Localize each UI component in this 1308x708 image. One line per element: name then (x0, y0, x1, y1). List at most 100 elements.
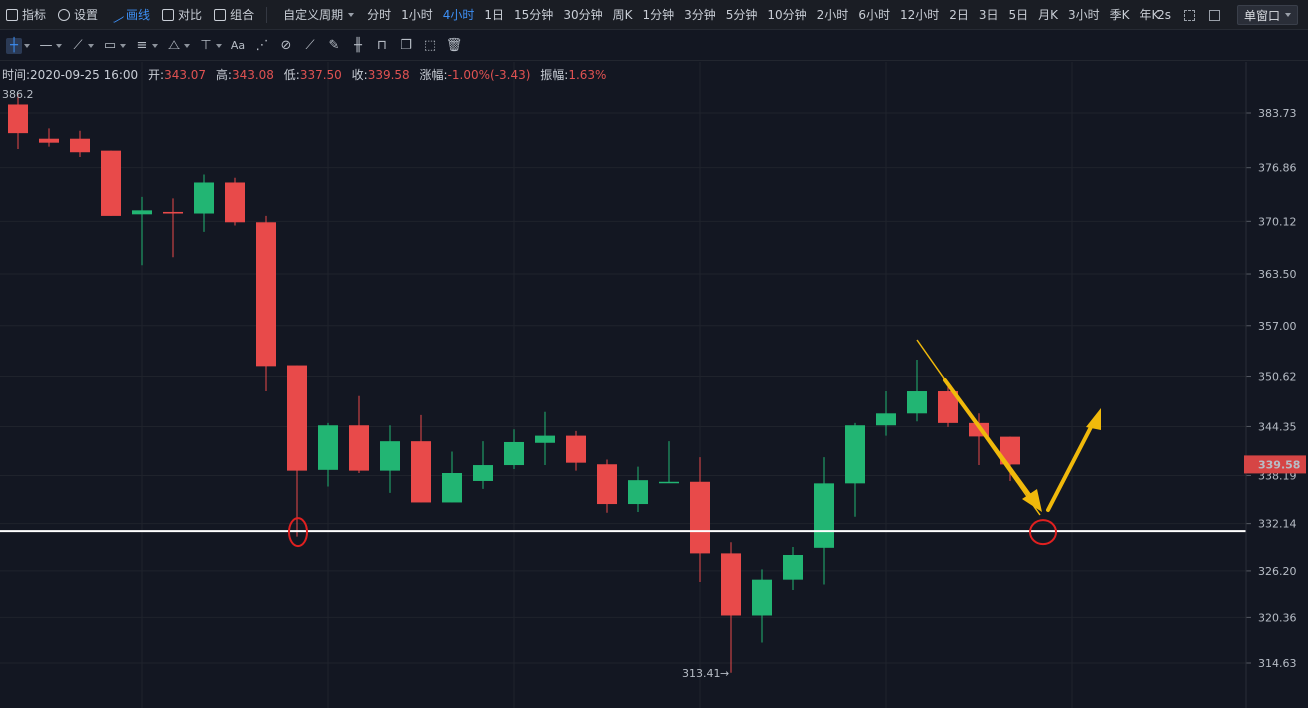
candle-body[interactable] (318, 425, 338, 470)
delete-tool[interactable]: 🗑 (446, 34, 463, 58)
refresh-interval[interactable]: 2s (1151, 8, 1177, 22)
y-tick-label: 357.00 (1258, 320, 1297, 333)
period-tab[interactable]: 分时 (362, 0, 396, 30)
candle-body[interactable] (349, 425, 369, 471)
candle-body[interactable] (473, 465, 493, 481)
close-value: 339.58 (367, 68, 410, 82)
candle-body[interactable] (597, 464, 617, 505)
candle-body[interactable] (535, 435, 555, 443)
candle-body[interactable] (256, 222, 276, 367)
fullscreen-icon[interactable] (1183, 9, 1195, 21)
period-tab[interactable]: 3小时 (1063, 0, 1105, 30)
period-tab[interactable]: 5分钟 (721, 0, 763, 30)
period-tab[interactable]: 2小时 (812, 0, 854, 30)
rectangle-tool[interactable]: ▭ (102, 34, 126, 58)
candle-body[interactable] (442, 473, 462, 503)
copy-tool[interactable]: ❐ (398, 34, 414, 58)
period-tab[interactable]: 6小时 (853, 0, 895, 30)
candle-body[interactable] (411, 441, 431, 503)
y-tick-label: 376.86 (1258, 162, 1297, 175)
indicator-button[interactable]: 指标 (0, 0, 52, 30)
candle-body[interactable] (132, 210, 152, 215)
candle-body[interactable] (628, 480, 648, 505)
y-tick-label: 383.73 (1258, 107, 1297, 120)
pattern-tool[interactable]: ⧍ (166, 34, 190, 58)
candle-body[interactable] (845, 425, 865, 484)
period-tab[interactable]: 1分钟 (637, 0, 679, 30)
popout-icon[interactable] (1208, 9, 1220, 21)
candle-body[interactable] (814, 483, 834, 548)
chevron-down-icon (348, 12, 355, 17)
lock-icon: ⊓ (376, 38, 388, 53)
candle-body[interactable] (39, 138, 59, 143)
candle-body[interactable] (752, 579, 772, 616)
chevron-down-icon (152, 43, 158, 48)
brush-tool[interactable]: ✎ (326, 34, 342, 58)
candle-body[interactable] (690, 481, 710, 554)
candle-body[interactable] (566, 435, 586, 463)
window-mode-dropdown[interactable]: 单窗口 (1236, 5, 1298, 25)
candle-body[interactable] (225, 182, 245, 223)
screenshot-tool[interactable]: ⬚ (422, 34, 438, 58)
chevron-down-icon (120, 43, 126, 48)
measure-tool[interactable]: ⊤ (198, 34, 222, 58)
high-label: 高: (215, 68, 232, 82)
ruler-tool[interactable]: ⟋ (302, 34, 318, 58)
horizontal-line-tool[interactable]: — (38, 34, 62, 58)
candle-body[interactable] (504, 441, 524, 466)
period-tab[interactable]: 1小时 (396, 0, 438, 30)
indicator-label: 指标 (22, 8, 47, 22)
compare-button[interactable]: 对比 (156, 0, 208, 30)
candle-body[interactable] (876, 413, 896, 426)
candlestick-chart[interactable]: 386.2 313.41 → 383.73 376.86 370.12 363.50 357… (0, 62, 1308, 708)
candle-body[interactable] (380, 441, 400, 471)
settings-button[interactable]: 设置 (52, 0, 104, 30)
period-tab[interactable]: 12小时 (895, 0, 944, 30)
pattern-icon: ⧍ (167, 38, 181, 53)
candle-body[interactable] (907, 391, 927, 414)
candle-body[interactable] (70, 138, 90, 153)
period-tab[interactable]: 1日 (479, 0, 509, 30)
text-tool[interactable]: Aa (230, 34, 246, 58)
period-tab[interactable]: 4小时 (438, 0, 480, 30)
period-tab[interactable]: 10分钟 (762, 0, 811, 30)
low-label: 低: (283, 68, 300, 82)
period-tabs: 分时 1小时 4小时 1日 15分钟 30分钟 周K 1分钟 3分钟 5分钟 10分钟 2小时 6小时 1… (362, 0, 1164, 30)
chart-type-tool[interactable]: ╫ (350, 34, 366, 58)
period-tab[interactable]: 15分钟 (509, 0, 558, 30)
candle-body[interactable] (783, 554, 803, 580)
trend-line-tool[interactable]: ⟋ (70, 34, 94, 58)
brush-icon: ✎ (328, 38, 340, 53)
candle-body[interactable] (163, 211, 183, 214)
period-tab[interactable]: 2日 (944, 0, 974, 30)
combine-button[interactable]: 组合 (208, 0, 260, 30)
horizontal-line-icon: — (39, 38, 53, 53)
period-tab[interactable]: 周K (608, 0, 638, 30)
drawing-toolbar: ┼ — ⟋ ▭ ≡ ⧍ ⊤ Aa ⋰ ⊘ ⟋ ✎ ╫ ⊓ ❐ ⬚ 🗑 (0, 31, 1308, 61)
candle-body[interactable] (194, 182, 214, 214)
fib-tool[interactable]: ⋰ (254, 34, 270, 58)
custom-period-dropdown[interactable]: 自定义周期 (273, 0, 362, 30)
parallel-lines-tool[interactable]: ≡ (134, 34, 158, 58)
y-tick-label: 320.36 (1258, 611, 1297, 624)
candle-body[interactable] (287, 365, 307, 471)
period-tab[interactable]: 季K (1105, 0, 1135, 30)
candle-body[interactable] (101, 150, 121, 216)
period-tab[interactable]: 5日 (1004, 0, 1034, 30)
magnet-tool[interactable]: ⊘ (278, 34, 294, 58)
draw-button[interactable]: 画线 (104, 0, 156, 30)
chevron-down-icon (88, 43, 94, 48)
candle-body[interactable] (8, 104, 28, 134)
crosshair-tool[interactable]: ┼ (6, 34, 30, 58)
period-tab[interactable]: 月K (1033, 0, 1063, 30)
change-value: -1.00%(-3.43) (447, 68, 531, 82)
lock-tool[interactable]: ⊓ (374, 34, 390, 58)
period-tab[interactable]: 30分钟 (558, 0, 607, 30)
candle-body[interactable] (721, 553, 741, 616)
period-tab[interactable]: 3日 (974, 0, 1004, 30)
period-tab[interactable]: 3分钟 (679, 0, 721, 30)
y-tick-label: 332.14 (1258, 518, 1297, 531)
min-price-label: 313.41 (682, 667, 721, 680)
candle-body[interactable] (659, 481, 679, 484)
window-mode-label: 单窗口 (1243, 8, 1280, 23)
